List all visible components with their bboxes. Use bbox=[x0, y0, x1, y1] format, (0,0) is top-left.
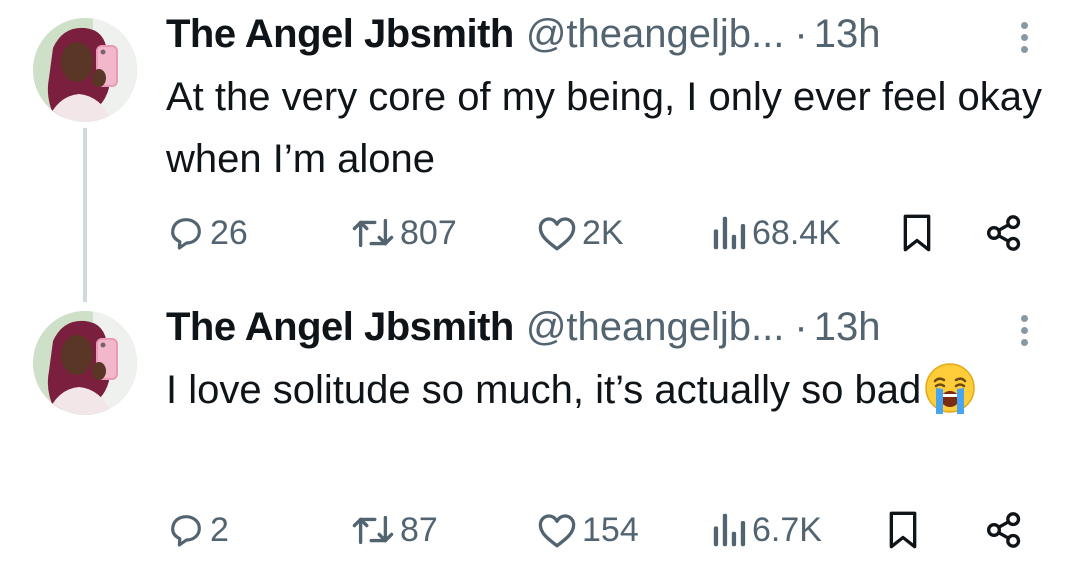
share-button[interactable] bbox=[984, 505, 1024, 555]
tweet-header: The Angel Jbsmith @theangeljb... · 13h bbox=[166, 305, 880, 355]
display-name[interactable]: The Angel Jbsmith bbox=[166, 305, 514, 350]
tweet-body: I love solitude so much, it’s actually s… bbox=[166, 368, 922, 412]
action-bar: 2 87 154 6.7K bbox=[166, 505, 1036, 555]
display-name[interactable]: The Angel Jbsmith bbox=[166, 12, 514, 57]
speech-bubble-icon bbox=[166, 213, 206, 253]
loudly-crying-face-icon bbox=[923, 361, 977, 415]
retweet-icon bbox=[350, 213, 396, 253]
reply-button[interactable]: 26 bbox=[166, 208, 248, 258]
like-button[interactable]: 2K bbox=[536, 208, 624, 258]
bar-chart-icon bbox=[712, 510, 748, 550]
avatar[interactable] bbox=[33, 18, 137, 122]
heart-icon bbox=[536, 213, 578, 253]
retweet-button[interactable]: 807 bbox=[350, 208, 457, 258]
like-count: 154 bbox=[582, 510, 639, 549]
timestamp[interactable]: 13h bbox=[814, 12, 881, 57]
retweet-count: 87 bbox=[400, 510, 438, 549]
bookmark-button[interactable] bbox=[900, 208, 934, 258]
reply-count: 26 bbox=[210, 213, 248, 252]
bar-chart-icon bbox=[712, 213, 748, 253]
views-button[interactable]: 68.4K bbox=[712, 208, 841, 258]
tweet[interactable]: The Angel Jbsmith @theangeljb... · 13h A… bbox=[0, 0, 1080, 302]
more-vertical-icon[interactable] bbox=[1012, 315, 1036, 355]
like-count: 2K bbox=[582, 213, 624, 252]
reply-button[interactable]: 2 bbox=[166, 505, 229, 555]
heart-icon bbox=[536, 510, 578, 550]
view-count: 68.4K bbox=[752, 213, 841, 252]
tweet[interactable]: The Angel Jbsmith @theangeljb... · 13h I… bbox=[0, 293, 1080, 579]
bookmark-button[interactable] bbox=[886, 505, 920, 555]
action-bar: 26 807 2K 68.4K bbox=[166, 208, 1036, 258]
tweet-text: I love solitude so much, it’s actually s… bbox=[166, 359, 1046, 421]
tweet-body: At the very core of my being, I only eve… bbox=[166, 75, 1042, 181]
share-icon bbox=[984, 213, 1024, 253]
timestamp[interactable]: 13h bbox=[814, 305, 881, 350]
views-button[interactable]: 6.7K bbox=[712, 505, 822, 555]
retweet-count: 807 bbox=[400, 213, 457, 252]
separator-dot: · bbox=[794, 305, 808, 349]
user-handle[interactable]: @theangeljb... bbox=[526, 12, 785, 57]
speech-bubble-icon bbox=[166, 510, 206, 550]
tweet-header: The Angel Jbsmith @theangeljb... · 13h bbox=[166, 12, 880, 62]
bookmark-icon bbox=[900, 213, 934, 253]
retweet-button[interactable]: 87 bbox=[350, 505, 438, 555]
reply-count: 2 bbox=[210, 510, 229, 549]
more-vertical-icon[interactable] bbox=[1012, 22, 1036, 62]
share-button[interactable] bbox=[984, 208, 1024, 258]
user-handle[interactable]: @theangeljb... bbox=[526, 305, 785, 350]
view-count: 6.7K bbox=[752, 510, 822, 549]
like-button[interactable]: 154 bbox=[536, 505, 639, 555]
thread-line bbox=[83, 128, 87, 302]
retweet-icon bbox=[350, 510, 396, 550]
separator-dot: · bbox=[794, 12, 808, 56]
tweet-text: At the very core of my being, I only eve… bbox=[166, 66, 1046, 190]
avatar[interactable] bbox=[33, 311, 137, 415]
share-icon bbox=[984, 510, 1024, 550]
bookmark-icon bbox=[886, 510, 920, 550]
